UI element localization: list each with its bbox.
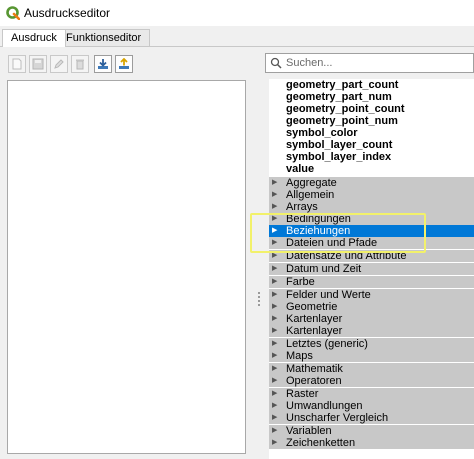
group-item-bedingungen[interactable]: ▶ Bedingungen: [269, 213, 474, 225]
group-label: Unscharfer Vergleich: [286, 412, 389, 424]
expand-arrow-icon[interactable]: ▶: [272, 400, 277, 412]
group-item-unscharfer-vergleich[interactable]: ▶ Unscharfer Vergleich: [269, 412, 474, 424]
import-button[interactable]: [94, 55, 112, 73]
search-box[interactable]: [265, 53, 474, 73]
expand-arrow-icon[interactable]: ▶: [272, 350, 277, 362]
expand-arrow-icon[interactable]: ▶: [272, 425, 277, 437]
group-label: Umwandlungen: [286, 400, 363, 412]
group-label: Beziehungen: [286, 225, 351, 237]
group-label: Geometrie: [286, 301, 338, 313]
edit-button[interactable]: [50, 55, 68, 73]
group-item-arrays[interactable]: ▶ Arrays: [269, 201, 474, 213]
export-icon: [119, 58, 129, 69]
function-item[interactable]: symbol_layer_count: [286, 139, 392, 151]
function-item[interactable]: geometry_point_num: [286, 115, 398, 127]
expand-arrow-icon[interactable]: ▶: [272, 263, 277, 275]
function-tree[interactable]: geometry_part_count geometry_part_num ge…: [269, 79, 474, 459]
expand-arrow-icon[interactable]: ▶: [272, 177, 277, 189]
tab-funktionseditor[interactable]: Funktionseditor: [57, 29, 151, 46]
expression-editor[interactable]: [7, 80, 246, 454]
group-label: Dateien und Pfade: [286, 237, 378, 249]
expand-arrow-icon[interactable]: ▶: [272, 276, 277, 288]
group-label: Operatoren: [286, 375, 342, 387]
group-item-letztes-generic[interactable]: ▶ Letztes (generic): [269, 338, 474, 350]
group-label: Arrays: [286, 201, 318, 213]
expand-arrow-icon[interactable]: ▶: [272, 325, 277, 337]
group-item-maps[interactable]: ▶ Maps: [269, 350, 474, 362]
group-label: Datum und Zeit: [286, 263, 362, 275]
group-item-felder-und-werte[interactable]: ▶ Felder und Werte: [269, 289, 474, 301]
group-label: Zeichenketten: [286, 437, 356, 449]
window-title: Ausdruckseditor: [24, 6, 111, 20]
save-icon: [32, 58, 44, 70]
splitter-handle[interactable]: [258, 290, 261, 312]
expand-arrow-icon[interactable]: ▶: [272, 437, 277, 449]
group-label: Variablen: [286, 425, 332, 437]
group-item-beziehungen[interactable]: ▶ Beziehungen: [269, 225, 474, 237]
group-label: Allgemein: [286, 189, 335, 201]
function-item[interactable]: geometry_part_count: [286, 79, 398, 91]
group-label: Felder und Werte: [286, 289, 371, 301]
expand-arrow-icon[interactable]: ▶: [272, 388, 277, 400]
expand-arrow-icon[interactable]: ▶: [272, 201, 277, 213]
function-item[interactable]: geometry_part_num: [286, 91, 392, 103]
export-button[interactable]: [115, 55, 133, 73]
group-label: Letztes (generic): [286, 338, 368, 350]
group-label: Farbe: [286, 276, 315, 288]
function-item[interactable]: symbol_color: [286, 127, 358, 139]
search-icon: [270, 57, 282, 69]
expand-arrow-icon[interactable]: ▶: [272, 412, 277, 424]
new-file-icon: [12, 58, 22, 70]
expand-arrow-icon[interactable]: ▶: [272, 189, 277, 201]
group-item-mathematik[interactable]: ▶ Mathematik: [269, 363, 474, 375]
group-item-datensaetze-und-attribute[interactable]: ▶ Datensätze und Attribute: [269, 250, 474, 262]
expand-arrow-icon[interactable]: ▶: [272, 313, 277, 325]
group-label: Maps: [286, 350, 313, 362]
expand-arrow-icon[interactable]: ▶: [272, 375, 277, 387]
title-bar: Ausdruckseditor: [0, 0, 474, 26]
qgis-logo-icon: [6, 6, 20, 20]
group-item-variablen[interactable]: ▶ Variablen: [269, 425, 474, 437]
delete-icon: [76, 59, 84, 70]
function-item[interactable]: value: [286, 163, 314, 175]
group-item-farbe[interactable]: ▶ Farbe: [269, 276, 474, 288]
function-item[interactable]: geometry_point_count: [286, 103, 405, 115]
group-item-dateien-und-pfade[interactable]: ▶ Dateien und Pfade: [269, 237, 474, 249]
group-label: Bedingungen: [286, 213, 351, 225]
group-item-zeichenketten[interactable]: ▶ Zeichenketten: [269, 437, 474, 449]
expand-arrow-icon[interactable]: ▶: [272, 338, 277, 350]
group-item-kartenlayer-2[interactable]: ▶ Kartenlayer: [269, 325, 474, 337]
expand-arrow-icon[interactable]: ▶: [272, 213, 277, 225]
save-button[interactable]: [29, 55, 47, 73]
group-item-geometrie[interactable]: ▶ Geometrie: [269, 301, 474, 313]
group-label: Aggregate: [286, 177, 337, 189]
group-item-umwandlungen[interactable]: ▶ Umwandlungen: [269, 400, 474, 412]
expand-arrow-icon[interactable]: ▶: [272, 301, 277, 313]
edit-icon: [54, 59, 64, 69]
tab-bar: Ausdruck Funktionseditor: [0, 26, 474, 47]
delete-button[interactable]: [71, 55, 89, 73]
group-label: Kartenlayer: [286, 325, 343, 337]
search-input[interactable]: [286, 55, 466, 71]
group-label: Mathematik: [286, 363, 343, 375]
expand-arrow-icon[interactable]: ▶: [272, 289, 277, 301]
group-item-kartenlayer[interactable]: ▶ Kartenlayer: [269, 313, 474, 325]
group-label: Kartenlayer: [286, 313, 343, 325]
expand-arrow-icon[interactable]: ▶: [272, 250, 277, 262]
expand-arrow-icon[interactable]: ▶: [272, 237, 277, 249]
function-item[interactable]: symbol_layer_index: [286, 151, 391, 163]
group-item-aggregate[interactable]: ▶ Aggregate: [269, 177, 474, 189]
import-icon: [98, 59, 108, 69]
group-label: Raster: [286, 388, 319, 400]
group-item-datum-und-zeit[interactable]: ▶ Datum und Zeit: [269, 263, 474, 275]
group-label: Datensätze und Attribute: [286, 250, 407, 262]
group-item-allgemein[interactable]: ▶ Allgemein: [269, 189, 474, 201]
group-item-operatoren[interactable]: ▶ Operatoren: [269, 375, 474, 387]
expand-arrow-icon[interactable]: ▶: [272, 363, 277, 375]
new-file-button[interactable]: [8, 55, 26, 73]
tab-ausdruck[interactable]: Ausdruck: [2, 29, 66, 47]
expand-arrow-icon[interactable]: ▶: [272, 225, 277, 237]
group-item-raster[interactable]: ▶ Raster: [269, 388, 474, 400]
